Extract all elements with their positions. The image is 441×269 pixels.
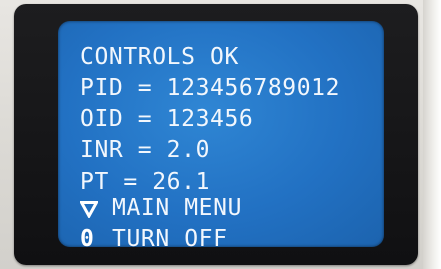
down-triangle-icon [80, 200, 98, 218]
lcd-screen: CONTROLS OK PID = 123456789012 OID = 123… [58, 21, 384, 247]
main-menu-label: MAIN MENU [112, 195, 243, 221]
status-text: CONTROLS OK [80, 44, 239, 70]
pt-readout: PT = 26.1 [80, 169, 211, 195]
inr-readout: INR = 2.0 [80, 137, 211, 163]
turn-off-label: TURN OFF [112, 226, 228, 248]
turn-off-option[interactable]: 0 TURN OFF [80, 226, 228, 248]
main-menu-option[interactable]: MAIN MENU [80, 196, 242, 221]
pid-readout: PID = 123456789012 [80, 75, 341, 101]
device-body: CONTROLS OK PID = 123456789012 OID = 123… [0, 0, 441, 269]
power-zero-icon: 0 [80, 226, 94, 248]
oid-readout: OID = 123456 [80, 106, 254, 132]
